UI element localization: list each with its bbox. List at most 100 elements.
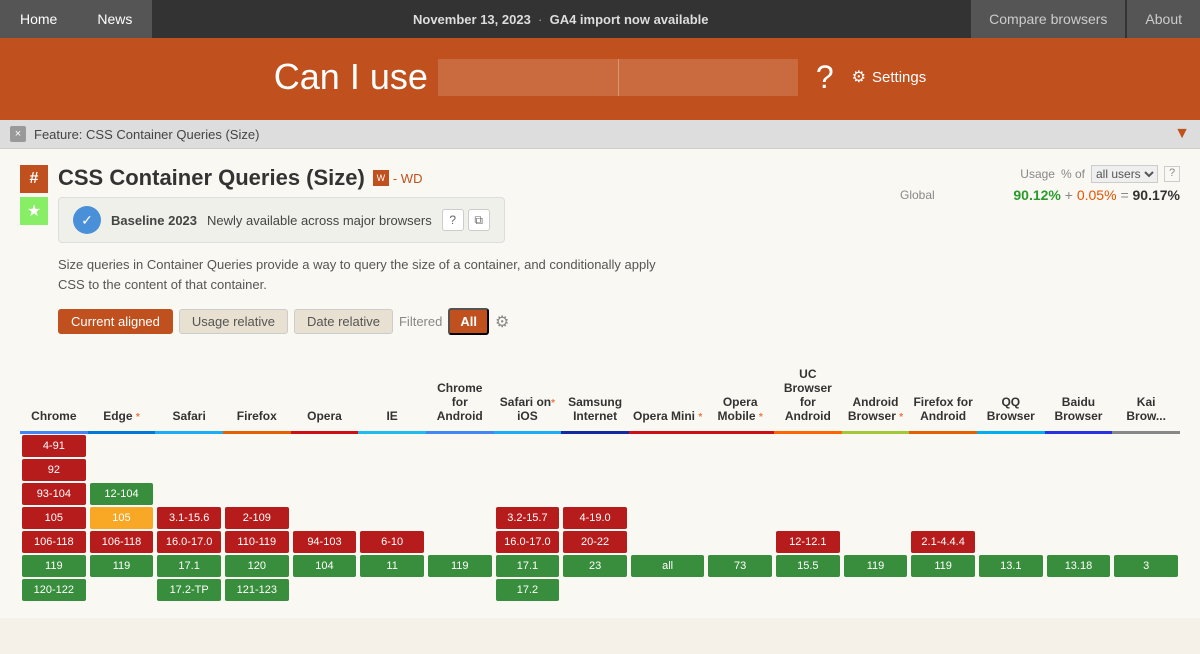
browser-cell[interactable]: 120: [223, 554, 291, 578]
browser-cell[interactable]: [1045, 530, 1113, 554]
browser-cell[interactable]: [842, 458, 910, 482]
browser-cell[interactable]: [977, 482, 1045, 506]
browser-cell[interactable]: 16.0-17.0: [155, 530, 223, 554]
browser-cell[interactable]: [629, 578, 706, 602]
browser-cell[interactable]: [358, 458, 426, 482]
browser-cell[interactable]: [426, 530, 494, 554]
browser-cell[interactable]: 16.0-17.0: [494, 530, 562, 554]
browser-cell[interactable]: [561, 482, 629, 506]
browser-cell[interactable]: [1045, 458, 1113, 482]
browser-cell[interactable]: [426, 578, 494, 602]
browser-cell[interactable]: 93-104: [20, 482, 88, 506]
breadcrumb-close[interactable]: ×: [10, 126, 26, 142]
browser-cell[interactable]: [1045, 433, 1113, 459]
browser-cell[interactable]: 119: [20, 554, 88, 578]
browser-cell[interactable]: [774, 482, 842, 506]
browser-cell[interactable]: [909, 433, 977, 459]
about-btn[interactable]: About: [1127, 0, 1200, 38]
browser-cell[interactable]: 119: [842, 554, 910, 578]
browser-cell[interactable]: 73: [706, 554, 774, 578]
browser-cell[interactable]: 12-104: [88, 482, 156, 506]
browser-cell[interactable]: 92: [20, 458, 88, 482]
browser-cell[interactable]: 17.2-TP: [155, 578, 223, 602]
browser-cell[interactable]: [842, 506, 910, 530]
browser-cell[interactable]: [426, 433, 494, 459]
browser-cell[interactable]: [842, 433, 910, 459]
browser-cell[interactable]: 105: [20, 506, 88, 530]
browser-cell[interactable]: [1112, 458, 1180, 482]
browser-cell[interactable]: 3.2-15.7: [494, 506, 562, 530]
browser-cell[interactable]: [706, 433, 774, 459]
nav-news[interactable]: News: [77, 0, 152, 38]
browser-cell[interactable]: [629, 458, 706, 482]
browser-cell[interactable]: [1112, 482, 1180, 506]
browser-cell[interactable]: [1112, 578, 1180, 602]
star-btn[interactable]: ★: [20, 197, 48, 225]
browser-cell[interactable]: [629, 482, 706, 506]
browser-cell[interactable]: [1112, 530, 1180, 554]
browser-cell[interactable]: [774, 506, 842, 530]
browser-cell[interactable]: [358, 482, 426, 506]
tab-date[interactable]: Date relative: [294, 309, 393, 334]
browser-cell[interactable]: [774, 433, 842, 459]
browser-cell[interactable]: [223, 433, 291, 459]
browser-cell[interactable]: 119: [909, 554, 977, 578]
browser-cell[interactable]: [291, 506, 359, 530]
browser-cell[interactable]: [358, 506, 426, 530]
browser-cell[interactable]: [291, 578, 359, 602]
browser-cell[interactable]: 3.1-15.6: [155, 506, 223, 530]
browser-cell[interactable]: [494, 433, 562, 459]
browser-cell[interactable]: [706, 458, 774, 482]
browser-cell[interactable]: 17.1: [494, 554, 562, 578]
browser-cell[interactable]: 23: [561, 554, 629, 578]
search-input-1[interactable]: [438, 59, 618, 96]
browser-cell[interactable]: 4-91: [20, 433, 88, 459]
baseline-help-btn[interactable]: ?: [442, 209, 464, 231]
browser-cell[interactable]: [774, 458, 842, 482]
browser-cell[interactable]: [291, 458, 359, 482]
browser-cell[interactable]: 4-19.0: [561, 506, 629, 530]
browser-cell[interactable]: [223, 458, 291, 482]
browser-cell[interactable]: [1112, 506, 1180, 530]
browser-cell[interactable]: [1045, 506, 1113, 530]
browser-cell[interactable]: [358, 433, 426, 459]
browser-cell[interactable]: [629, 433, 706, 459]
browser-cell[interactable]: [842, 578, 910, 602]
browser-cell[interactable]: [977, 530, 1045, 554]
browser-cell[interactable]: 6-10: [358, 530, 426, 554]
browser-cell[interactable]: 12-12.1: [774, 530, 842, 554]
browser-cell[interactable]: 11: [358, 554, 426, 578]
browser-cell[interactable]: 119: [88, 554, 156, 578]
browser-cell[interactable]: 15.5: [774, 554, 842, 578]
nav-home[interactable]: Home: [0, 0, 77, 38]
browser-cell[interactable]: [88, 433, 156, 459]
browser-cell[interactable]: [291, 482, 359, 506]
browser-cell[interactable]: 3: [1112, 554, 1180, 578]
browser-cell[interactable]: [426, 458, 494, 482]
browser-cell[interactable]: [561, 433, 629, 459]
browser-cell[interactable]: [1045, 482, 1113, 506]
browser-cell[interactable]: [629, 506, 706, 530]
browser-cell[interactable]: 94-103: [291, 530, 359, 554]
baseline-copy-btn[interactable]: ⧉: [468, 209, 490, 231]
browser-cell[interactable]: [977, 458, 1045, 482]
browser-cell[interactable]: 13.1: [977, 554, 1045, 578]
browser-cell[interactable]: [155, 458, 223, 482]
tab-current[interactable]: Current aligned: [58, 309, 173, 334]
browser-cell[interactable]: [291, 433, 359, 459]
browser-cell[interactable]: [774, 578, 842, 602]
browser-cell[interactable]: [561, 578, 629, 602]
browser-cell[interactable]: [706, 482, 774, 506]
browser-cell[interactable]: all: [629, 554, 706, 578]
browser-cell[interactable]: 120-122: [20, 578, 88, 602]
browser-cell[interactable]: [977, 433, 1045, 459]
browser-cell[interactable]: [223, 482, 291, 506]
browser-cell[interactable]: [561, 458, 629, 482]
browser-cell[interactable]: 2.1-4.4.4: [909, 530, 977, 554]
browser-cell[interactable]: 106-118: [88, 530, 156, 554]
browser-cell[interactable]: 105: [88, 506, 156, 530]
browser-cell[interactable]: [426, 482, 494, 506]
browser-cell[interactable]: 2-109: [223, 506, 291, 530]
browser-cell[interactable]: [909, 458, 977, 482]
browser-cell[interactable]: [1045, 578, 1113, 602]
